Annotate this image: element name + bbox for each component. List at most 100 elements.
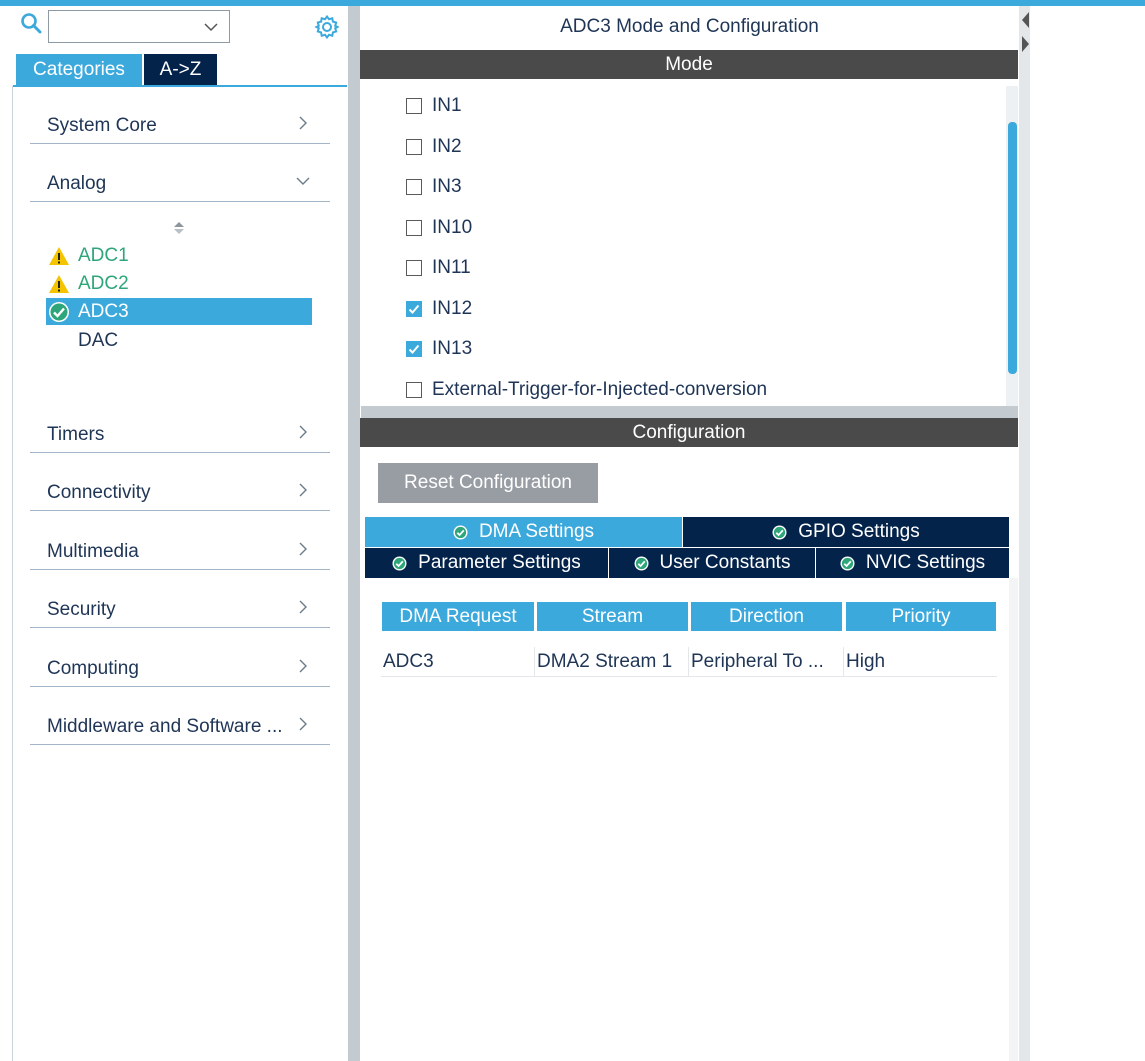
chevron-right-icon: [299, 542, 307, 556]
check-circle-icon: [772, 525, 787, 539]
analog-item-label: ADC3: [78, 300, 129, 322]
chevron-down-icon[interactable]: [203, 21, 219, 33]
chevron-right-icon: [299, 600, 307, 614]
channel-label: IN13: [432, 338, 473, 359]
analog-item-adc3[interactable]: ADC3: [46, 298, 312, 325]
tab-label: DMA Settings: [478, 521, 595, 542]
check-circle-icon: [49, 301, 69, 322]
chevron-right-icon: [299, 425, 307, 439]
tab-label: GPIO Settings: [798, 521, 920, 542]
column-header-dma-request[interactable]: DMA Request: [382, 602, 534, 631]
channel-label: IN12: [432, 298, 473, 319]
channel-label: IN3: [432, 176, 462, 197]
category-multimedia[interactable]: Multimedia: [30, 527, 330, 570]
checkmark-icon: [408, 304, 420, 314]
mode-channel-list: IN1 IN2 IN3 IN10 IN11 IN12 IN13 External…: [361, 86, 1018, 406]
category-label: Middleware and Software ...: [47, 716, 283, 737]
table-cell[interactable]: Peripheral To ...: [689, 647, 844, 677]
gear-icon[interactable]: [314, 14, 340, 40]
analog-item-dac[interactable]: DAC: [46, 327, 312, 354]
chevron-right-icon: [299, 717, 307, 731]
check-circle-icon: [392, 556, 407, 570]
channel-in11[interactable]: IN11: [406, 254, 471, 282]
checkbox[interactable]: [406, 220, 422, 236]
tab-categories[interactable]: Categories: [16, 54, 142, 85]
channel-in1[interactable]: IN1: [406, 92, 462, 120]
checkmark-icon: [408, 344, 420, 354]
analog-item-label: ADC2: [78, 272, 129, 294]
chevron-right-icon: [299, 483, 307, 497]
category-label: System Core: [47, 115, 157, 136]
warning-icon: [49, 274, 69, 293]
check-circle-icon: [840, 556, 855, 570]
category-security[interactable]: Security: [30, 585, 330, 628]
collapse-arrows-icon[interactable]: [1019, 10, 1031, 54]
tab-user-constants[interactable]: User Constants: [608, 548, 815, 578]
analog-item-adc2[interactable]: ADC2: [46, 270, 312, 297]
channel-label: External-Trigger-for-Injected-conversion: [432, 379, 768, 400]
tab-label: NVIC Settings: [865, 552, 986, 573]
channel-label: IN10: [432, 217, 473, 238]
checkbox[interactable]: [406, 179, 422, 195]
tab-dma-settings[interactable]: DMA Settings: [365, 517, 682, 547]
warning-icon: [49, 246, 69, 265]
channel-in12[interactable]: IN12: [406, 295, 472, 323]
check-circle-icon: [453, 525, 468, 539]
channel-label: IN1: [432, 95, 462, 116]
reset-configuration-button[interactable]: Reset Configuration: [378, 463, 598, 503]
checkbox[interactable]: [406, 139, 422, 155]
channel-external-trigger-injected[interactable]: External-Trigger-for-Injected-conversion: [406, 376, 767, 404]
tab-parameter-settings[interactable]: Parameter Settings: [365, 548, 608, 578]
checkbox-checked[interactable]: [406, 341, 422, 357]
checkbox-checked[interactable]: [406, 301, 422, 317]
tab-gpio-settings[interactable]: GPIO Settings: [682, 517, 1009, 547]
channel-in10[interactable]: IN10: [406, 214, 472, 242]
category-timers[interactable]: Timers: [30, 410, 330, 453]
right-panel-edge: [1019, 6, 1030, 1061]
table-cell[interactable]: ADC3: [381, 647, 535, 677]
tab-label: Parameter Settings: [418, 552, 581, 573]
panel-edge: [12, 86, 13, 1061]
tabs-underline: [13, 85, 347, 87]
chevron-right-icon: [299, 116, 307, 130]
channel-label: IN2: [432, 136, 462, 157]
section-splitter[interactable]: [361, 406, 1018, 418]
channel-in13[interactable]: IN13: [406, 335, 472, 363]
panel-splitter[interactable]: [348, 6, 360, 1061]
category-connectivity[interactable]: Connectivity: [30, 468, 330, 511]
analog-item-adc1[interactable]: ADC1: [46, 242, 312, 269]
panel-title: ADC3 Mode and Configuration: [560, 16, 819, 37]
category-middleware-and-software[interactable]: Middleware and Software ...: [30, 702, 330, 745]
channel-in3[interactable]: IN3: [406, 173, 462, 201]
tab-content-edge: [1009, 578, 1018, 1061]
channel-label: IN11: [432, 257, 471, 278]
category-label: Security: [47, 599, 116, 620]
column-header-stream[interactable]: Stream: [537, 602, 688, 631]
sort-icon[interactable]: [172, 220, 186, 236]
tab-a-to-z[interactable]: A->Z: [144, 54, 217, 85]
table-cell[interactable]: DMA2 Stream 1: [535, 647, 689, 677]
checkbox[interactable]: [406, 98, 422, 114]
category-label: Timers: [47, 424, 105, 445]
table-cell[interactable]: High: [844, 647, 997, 677]
channel-in2[interactable]: IN2: [406, 133, 462, 161]
mode-header: Mode: [360, 50, 1018, 79]
configuration-header: Configuration: [360, 418, 1018, 447]
column-header-direction[interactable]: Direction: [691, 602, 842, 631]
category-analog[interactable]: Analog: [30, 159, 330, 202]
category-label: Computing: [47, 658, 139, 679]
search-input[interactable]: [48, 10, 230, 43]
category-computing[interactable]: Computing: [30, 644, 330, 687]
category-label: Multimedia: [47, 541, 139, 562]
search-icon[interactable]: [20, 12, 42, 34]
column-header-priority[interactable]: Priority: [846, 602, 996, 631]
check-circle-icon: [634, 556, 649, 570]
mode-scrollbar-thumb[interactable]: [1008, 122, 1017, 374]
category-system-core[interactable]: System Core: [30, 101, 330, 144]
analog-item-label: DAC: [78, 329, 119, 351]
chevron-right-icon: [299, 659, 307, 673]
checkbox[interactable]: [406, 382, 422, 398]
category-label: Analog: [47, 173, 107, 194]
checkbox[interactable]: [406, 260, 422, 276]
tab-nvic-settings[interactable]: NVIC Settings: [815, 548, 1009, 578]
